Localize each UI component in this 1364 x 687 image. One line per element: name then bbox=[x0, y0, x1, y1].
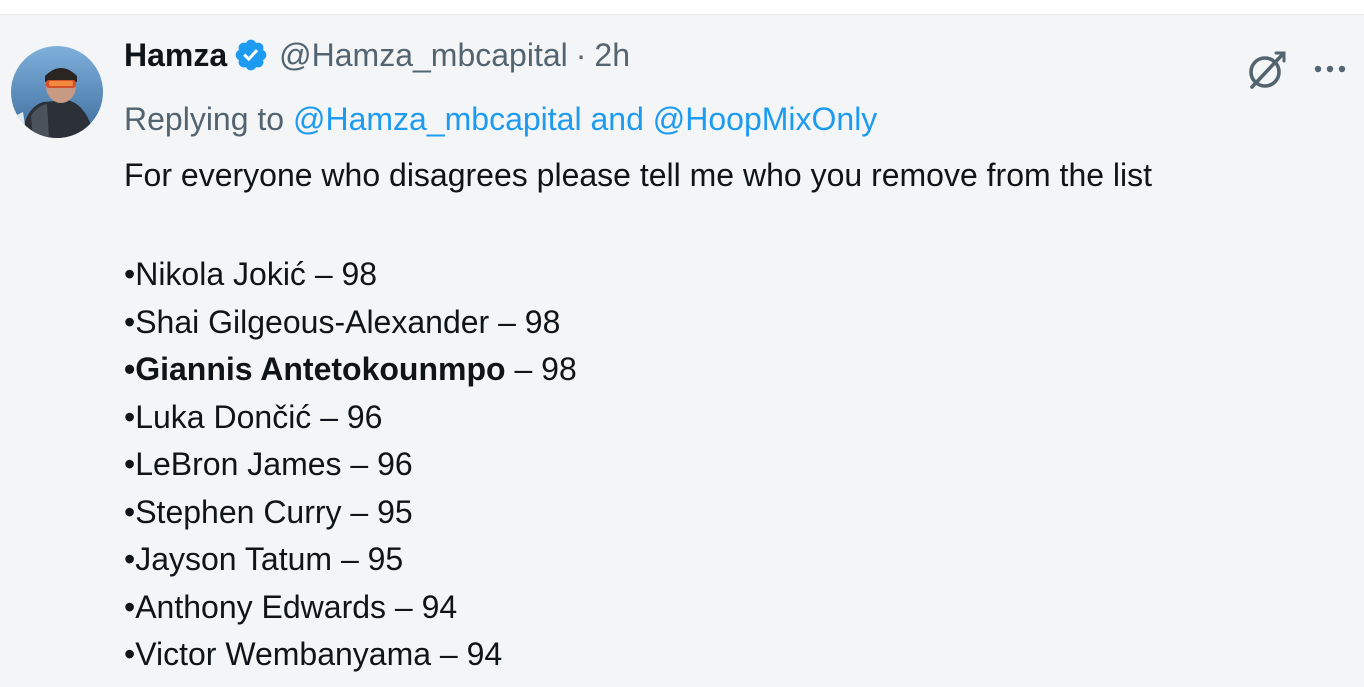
list-bullet: • bbox=[124, 256, 136, 292]
player-rating: – 95 bbox=[332, 541, 404, 577]
avatar[interactable] bbox=[11, 46, 103, 138]
more-icon[interactable] bbox=[1310, 55, 1350, 83]
player-rating: – 96 bbox=[311, 398, 383, 435]
avatar-image bbox=[11, 46, 103, 138]
reply-and: and bbox=[581, 101, 653, 137]
list-item: •Luka Dončić – 96 bbox=[124, 396, 577, 444]
player-rating: – 95 bbox=[341, 493, 413, 530]
player-name: Stephen Curry bbox=[135, 493, 342, 530]
replying-to: Replying to @Hamza_mbcapital and @HoopMi… bbox=[124, 101, 877, 138]
author-name[interactable]: Hamza bbox=[124, 37, 227, 74]
list-bullet: • bbox=[124, 446, 136, 482]
verified-badge-icon bbox=[233, 37, 269, 73]
list-item: •Anthony Edwards – 94 bbox=[124, 586, 577, 634]
player-rating: – 98 bbox=[305, 256, 378, 292]
player-rating: – 94 bbox=[431, 636, 503, 672]
author-handle[interactable]: @Hamza_mbcapital bbox=[279, 37, 568, 74]
player-name: Luka Dončić bbox=[135, 398, 312, 435]
list-bullet: • bbox=[124, 636, 136, 672]
player-name: Anthony Edwards bbox=[135, 588, 387, 625]
top-strip bbox=[0, 0, 1364, 14]
timestamp[interactable]: 2h bbox=[594, 37, 630, 74]
list-item: •Victor Wembanyama – 94 bbox=[124, 633, 577, 681]
list-item: •Giannis Antetokounmpo – 98 bbox=[124, 348, 577, 396]
reply-mention-1[interactable]: @Hamza_mbcapital bbox=[293, 101, 582, 137]
player-rating: – 98 bbox=[489, 303, 561, 340]
list-bullet: • bbox=[124, 351, 136, 387]
tweet[interactable]: Hamza @Hamza_mbcapital · 2h Replying to … bbox=[0, 14, 1364, 687]
separator-dot: · bbox=[575, 36, 587, 73]
player-name: LeBron James bbox=[135, 446, 342, 482]
tweet-header: Hamza @Hamza_mbcapital · 2h bbox=[124, 35, 630, 75]
player-name: Giannis Antetokounmpo bbox=[135, 351, 506, 387]
player-list: •Nikola Jokić – 98 •Shai Gilgeous-Alexand… bbox=[124, 253, 577, 681]
tweet-text: For everyone who disagrees please tell m… bbox=[124, 157, 1153, 193]
list-item: •Stephen Curry – 95 bbox=[124, 491, 577, 539]
player-name: Shai Gilgeous-Alexander bbox=[135, 303, 490, 340]
replying-to-label: Replying to bbox=[124, 101, 293, 137]
player-name: Nikola Jokić bbox=[135, 256, 306, 292]
list-bullet: • bbox=[124, 303, 136, 340]
player-name: Victor Wembanyama bbox=[135, 636, 432, 672]
list-item: •Nikola Jokić – 98 bbox=[124, 253, 577, 301]
grok-icon[interactable] bbox=[1246, 49, 1288, 91]
list-bullet: • bbox=[124, 493, 136, 530]
reply-mention-2[interactable]: @HoopMixOnly bbox=[653, 101, 878, 137]
list-bullet: • bbox=[124, 541, 136, 577]
list-bullet: • bbox=[124, 398, 136, 435]
list-bullet: • bbox=[124, 588, 136, 625]
player-rating: – 98 bbox=[505, 351, 577, 387]
player-name: Jayson Tatum bbox=[135, 541, 333, 577]
list-item: •Jayson Tatum – 95 bbox=[124, 538, 577, 586]
list-item: •LeBron James – 96 bbox=[124, 443, 577, 491]
player-rating: – 96 bbox=[341, 446, 413, 482]
list-item: •Shai Gilgeous-Alexander – 98 bbox=[124, 301, 577, 349]
player-rating: – 94 bbox=[386, 588, 458, 625]
